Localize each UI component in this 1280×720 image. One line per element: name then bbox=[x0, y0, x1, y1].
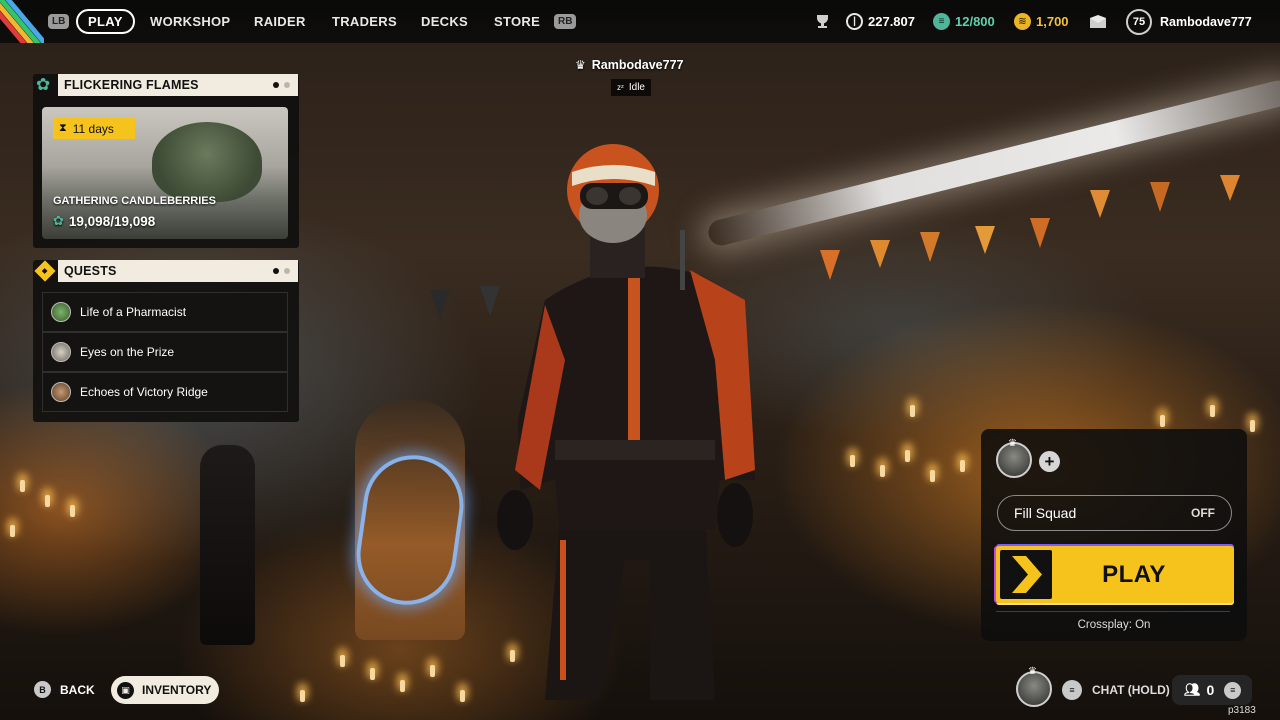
event-title: FLICKERING FLAMES bbox=[64, 78, 199, 92]
crown-icon: ♛ bbox=[575, 58, 586, 72]
invite-squad-button[interactable]: + bbox=[1039, 451, 1060, 472]
b-button-icon: B bbox=[34, 681, 51, 698]
quests-title: QUESTS bbox=[64, 264, 117, 278]
coins-value: 227.807 bbox=[868, 14, 915, 29]
play-chevron-icon bbox=[1000, 550, 1052, 599]
capacity-icon: ≡ bbox=[933, 13, 950, 30]
chat-button[interactable]: ≡ CHAT (HOLD) bbox=[1062, 680, 1170, 700]
character-legs bbox=[545, 520, 715, 700]
mail-button[interactable] bbox=[1089, 0, 1107, 43]
party-menu-icon: ≡ bbox=[1224, 681, 1242, 699]
brand-stripes bbox=[0, 0, 44, 43]
character-goggle-lens bbox=[619, 187, 641, 205]
event-page-dots bbox=[273, 82, 290, 88]
play-button-divider bbox=[996, 611, 1230, 612]
fill-squad-toggle[interactable]: Fill Squad OFF bbox=[997, 495, 1232, 531]
token-icon: ≋ bbox=[1014, 13, 1031, 30]
character-name: Rambodave777 bbox=[591, 58, 684, 72]
squad-member-avatar[interactable]: ♛ bbox=[996, 438, 1032, 478]
event-timer-text: 11 days bbox=[72, 121, 114, 136]
fill-squad-label: Fill Squad bbox=[1014, 505, 1077, 521]
play-button[interactable]: PLAY bbox=[996, 546, 1234, 603]
chat-label: CHAT (HOLD) bbox=[1092, 683, 1170, 697]
character-belt bbox=[555, 440, 715, 460]
event-icon: ✿ bbox=[36, 75, 51, 94]
quests-page-dots bbox=[273, 268, 290, 274]
quest-label: Echoes of Victory Ridge bbox=[80, 385, 208, 399]
tokens-display: ≋ 1,700 bbox=[1014, 0, 1069, 43]
character-glove-left bbox=[497, 490, 533, 550]
tab-decks[interactable]: DECKS bbox=[421, 0, 468, 43]
trophy-icon bbox=[817, 15, 828, 28]
crossplay-status: Crossplay: On bbox=[1077, 619, 1151, 631]
event-task-title: GATHERING CANDLEBERRIES bbox=[53, 195, 216, 207]
tab-traders[interactable]: TRADERS bbox=[332, 0, 397, 43]
inventory-label: INVENTORY bbox=[142, 683, 212, 697]
back-label: BACK bbox=[60, 682, 95, 697]
tab-workshop-label: WORKSHOP bbox=[150, 14, 231, 29]
build-id: p3183 bbox=[1228, 705, 1256, 716]
rb-bumper-hint[interactable]: RB bbox=[554, 14, 577, 29]
party-count: 0 bbox=[1206, 682, 1215, 698]
tab-traders-label: TRADERS bbox=[332, 14, 397, 29]
capacity-display: ≡ 12/800 bbox=[933, 0, 995, 43]
inventory-button[interactable]: ▣ INVENTORY bbox=[111, 676, 219, 704]
player-profile-button[interactable]: 75 Rambodave777 bbox=[1126, 0, 1252, 43]
capacity-value: 12/800 bbox=[955, 14, 995, 29]
tab-play[interactable]: PLAY bbox=[76, 0, 135, 43]
tab-store[interactable]: STORE bbox=[494, 0, 540, 43]
coins-display: | 227.807 bbox=[846, 0, 915, 43]
quest-label: Life of a Pharmacist bbox=[80, 305, 187, 319]
plus-icon: + bbox=[1044, 451, 1055, 471]
player-level-badge: 75 bbox=[1126, 8, 1152, 35]
tokens-value: 1,700 bbox=[1036, 14, 1069, 29]
quest-label: Eyes on the Prize bbox=[80, 345, 175, 359]
avatar-crown-icon: ♛ bbox=[1028, 666, 1037, 677]
quest-giver-avatar bbox=[51, 382, 71, 402]
character-goggle-lens bbox=[586, 187, 608, 205]
leader-crown-icon: ♛ bbox=[1008, 438, 1017, 449]
play-button-label: PLAY bbox=[1102, 560, 1166, 588]
character-leg-stripe bbox=[560, 540, 566, 680]
menu-icon: ≡ bbox=[1062, 680, 1082, 700]
party-icon: 👥︎ bbox=[1184, 682, 1201, 697]
sleep-icon: zᶻ bbox=[617, 83, 624, 92]
quest-giver-avatar bbox=[51, 302, 71, 322]
character-antenna bbox=[680, 230, 685, 290]
candleberry-bush-image bbox=[152, 122, 262, 202]
quest-item[interactable]: Echoes of Victory Ridge bbox=[42, 372, 288, 412]
quest-giver-avatar bbox=[51, 342, 71, 362]
hourglass-icon: ⧗ bbox=[59, 122, 67, 134]
coin-icon: | bbox=[846, 13, 863, 30]
character-status: zᶻ Idle bbox=[611, 79, 651, 96]
mail-icon bbox=[1090, 14, 1106, 28]
character-status-text: Idle bbox=[628, 82, 645, 93]
tab-raider[interactable]: RAIDER bbox=[254, 0, 306, 43]
character-nameplate: ♛ Rambodave777 bbox=[575, 58, 683, 72]
event-header: FLICKERING FLAMES bbox=[58, 74, 298, 96]
tab-workshop[interactable]: WORKSHOP bbox=[150, 0, 230, 43]
fill-squad-value: OFF bbox=[1191, 506, 1215, 520]
quest-item[interactable]: Eyes on the Prize bbox=[42, 332, 288, 372]
quest-item[interactable]: Life of a Pharmacist bbox=[42, 292, 288, 332]
player-name: Rambodave777 bbox=[1160, 14, 1252, 29]
party-button[interactable]: 👥︎ 0 ≡ bbox=[1172, 675, 1252, 705]
trophy-button[interactable] bbox=[814, 0, 831, 43]
player-avatar-small[interactable]: ♛ bbox=[1016, 666, 1052, 707]
event-timer-badge: ⧗ 11 days bbox=[53, 118, 135, 139]
event-progress-icon: ✿ bbox=[53, 213, 64, 228]
back-button[interactable]: B BACK bbox=[34, 681, 95, 698]
character-chest-stripe bbox=[628, 270, 640, 440]
quests-header: QUESTS bbox=[58, 260, 298, 282]
tab-store-label: STORE bbox=[494, 14, 541, 29]
tab-raider-label: RAIDER bbox=[254, 14, 306, 29]
event-card[interactable]: ⧗ 11 days GATHERING CANDLEBERRIES ✿ 19,0… bbox=[42, 107, 288, 239]
character-glove-right bbox=[717, 483, 753, 547]
event-progress: ✿ 19,098/19,098 bbox=[53, 213, 155, 229]
lb-bumper-hint[interactable]: LB bbox=[48, 14, 70, 29]
event-progress-text: 19,098/19,098 bbox=[68, 213, 156, 229]
tab-decks-label: DECKS bbox=[421, 14, 469, 29]
inventory-icon: ▣ bbox=[117, 681, 134, 699]
tab-play-label: PLAY bbox=[76, 9, 135, 34]
